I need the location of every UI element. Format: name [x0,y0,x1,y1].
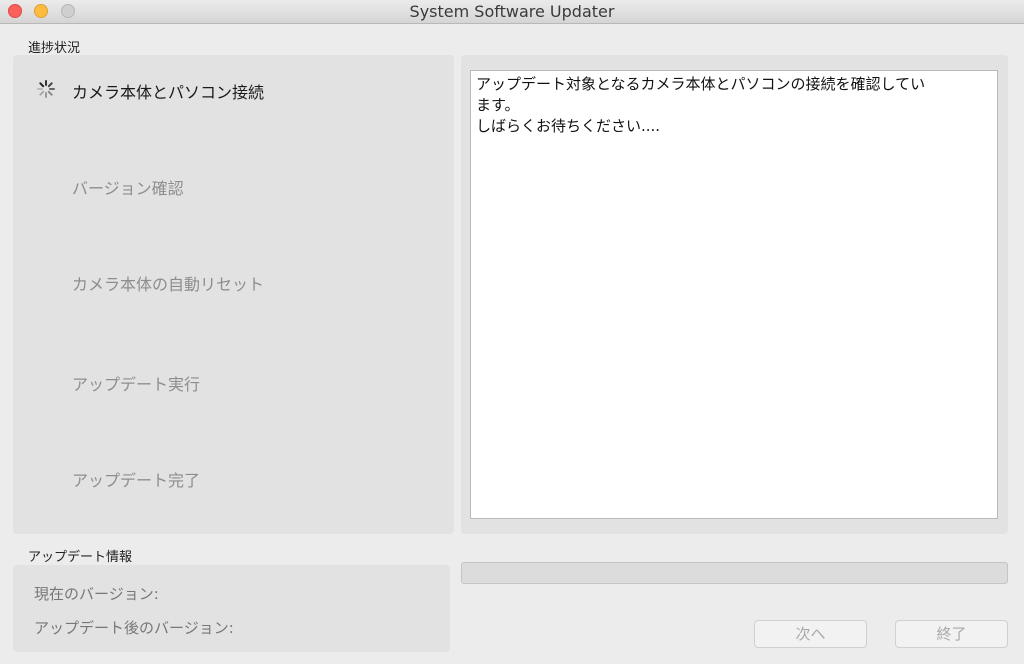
update-info-section-label: アップデート情報 [28,550,133,565]
step-camera-pc-connection: カメラ本体とパソコン接続 [72,83,265,102]
step-update-execution: アップデート実行 [72,375,201,394]
next-button[interactable]: 次へ [754,620,867,648]
window-title: System Software Updater [409,2,615,21]
steps-panel: カメラ本体とパソコン接続 バージョン確認 カメラ本体の自動リセット アップデート… [13,55,454,534]
step-version-check: バージョン確認 [72,179,184,198]
step-update-complete: アップデート完了 [72,471,201,490]
quit-button[interactable]: 終了 [895,620,1008,648]
status-message-line: アップデート対象となるカメラ本体とパソコンの接続を確認してい [476,75,926,93]
update-progress-bar [461,562,1008,584]
status-message-textarea[interactable]: アップデート対象となるカメラ本体とパソコンの接続を確認してい ます。 しばらくお… [470,70,998,519]
updated-version-label: アップデート後のバージョン: [34,619,234,637]
status-message-line: しばらくお待ちください.... [476,117,661,135]
step-camera-auto-reset: カメラ本体の自動リセット [72,275,265,294]
status-message-line: ます。 [476,96,520,114]
update-info-panel: 現在のバージョン: アップデート後のバージョン: [13,565,450,652]
title-bar: System Software Updater [0,0,1024,24]
current-version-label: 現在のバージョン: [34,585,159,603]
loading-spinner-icon [37,80,55,98]
progress-section-label: 進捗状況 [28,41,81,56]
